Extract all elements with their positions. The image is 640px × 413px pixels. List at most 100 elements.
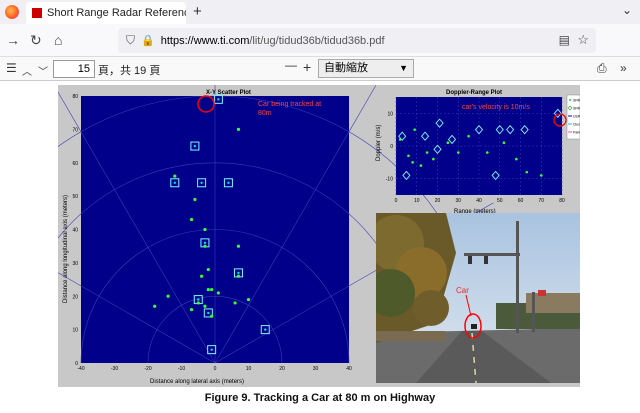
- scatter-y-tick: 70: [72, 127, 78, 133]
- sidebar-toggle-icon[interactable]: ☰: [6, 61, 17, 75]
- zoom-out-button[interactable]: —: [285, 58, 297, 72]
- scatter-detection-point: [166, 294, 170, 298]
- scatter-track-dot: [207, 311, 210, 315]
- doppler-detection-point: [432, 157, 435, 161]
- scatter-detection-point: [203, 227, 207, 232]
- scatter-title: X-Y Scatter Plot: [206, 90, 251, 96]
- doppler-y-tick: -10: [386, 177, 393, 183]
- scatter-x-tick: -10: [178, 366, 185, 372]
- doppler-detection-point: [502, 141, 506, 145]
- scatter-track-dot: [173, 181, 176, 184]
- tab-title: Short Range Radar Reference: [47, 7, 186, 19]
- doppler-title: Doppler-Range Plot: [446, 90, 502, 96]
- doppler-y-tick: 10: [387, 111, 393, 117]
- print-icon[interactable]: ⎙: [597, 61, 607, 76]
- legend-item-label: USRR (dt): [573, 115, 580, 119]
- doppler-detection-point: [446, 141, 450, 145]
- doppler-detection-point: [486, 151, 489, 154]
- browser-tab[interactable]: Short Range Radar Reference ✕: [26, 2, 186, 24]
- scatter-track-dot: [210, 348, 213, 351]
- scatter-detection-point: [203, 244, 207, 248]
- scatter-detection-point: [189, 217, 194, 222]
- next-page-icon[interactable]: ﹀: [38, 63, 48, 78]
- tab-bar: Short Range Radar Reference ✕ + ⌄: [0, 0, 640, 24]
- dashcam-photo: Car: [376, 213, 580, 383]
- scatter-track-dot: [227, 181, 230, 184]
- doppler-x-tick: 50: [497, 198, 503, 204]
- back-arrow-icon[interactable]: →: [6, 32, 20, 48]
- doppler-detection-point: [525, 170, 529, 174]
- home-icon[interactable]: ⌂: [54, 32, 62, 48]
- scatter-annotation-line1: Car being tracked at: [258, 101, 321, 108]
- pdf-page: X-Y Scatter Plot -40 -30 -20 -10 0 10 20 30 40 0 1…: [0, 81, 640, 413]
- doppler-x-tick: 30: [455, 198, 461, 204]
- scatter-detection-point: [233, 301, 237, 305]
- scatter-track-dot: [203, 241, 207, 245]
- doppler-detection-point: [515, 157, 518, 161]
- ti-favicon-icon: [32, 8, 42, 18]
- page-number-input[interactable]: 15: [53, 60, 95, 78]
- scatter-detection-point: [193, 197, 197, 202]
- scatter-y-tick: 10: [72, 328, 78, 334]
- doppler-x-tick: 60: [518, 198, 524, 204]
- doppler-detection-point: [539, 174, 543, 177]
- url-domain: https://www.ti.com: [160, 34, 250, 47]
- address-bar[interactable]: ⛉ 🔒 https://www.ti.com/lit/ug/tidud36b/t…: [118, 28, 596, 53]
- chevron-down-icon: ▼: [399, 63, 408, 73]
- firefox-logo-icon[interactable]: [5, 5, 19, 19]
- scatter-detection-point: [203, 304, 207, 308]
- page-count: 頁，共 19 頁: [98, 65, 161, 77]
- reader-view-icon[interactable]: ▤: [559, 33, 570, 47]
- scatter-x-tick: -20: [144, 366, 151, 372]
- doppler-y-tick: 0: [390, 144, 393, 150]
- scatter-xlabel: Distance along lateral axis (meters): [150, 379, 244, 385]
- url-path: /lit/ug/tidud36b/tidud36b.pdf: [249, 34, 385, 47]
- doppler-detection-point: [411, 161, 414, 164]
- scatter-x-tick: -40: [77, 366, 84, 372]
- scatter-detection-point: [236, 274, 241, 278]
- legend-item-label: SRR (dt): [573, 99, 580, 103]
- doppler-x-tick: 40: [476, 198, 482, 204]
- scatter-y-tick: 20: [72, 294, 78, 300]
- car-label: Car: [456, 286, 469, 295]
- previous-page-icon[interactable]: ︿: [22, 63, 32, 78]
- reload-icon[interactable]: ↻: [30, 32, 42, 49]
- scatter-track-dot: [237, 271, 240, 275]
- scatter-detection-point: [206, 287, 210, 292]
- scatter-x-tick: 40: [346, 366, 352, 372]
- doppler-x-tick: 20: [435, 198, 441, 204]
- lock-icon[interactable]: 🔒: [141, 34, 155, 47]
- scatter-detection-point: [246, 297, 251, 302]
- more-tools-icon[interactable]: »: [620, 61, 627, 75]
- navigation-bar: → ↻ ⌂ ⛉ 🔒 https://www.ti.com/lit/ug/tidu…: [0, 24, 640, 57]
- doppler-annotation: car's velocity is 10m/s: [462, 104, 530, 111]
- doppler-x-tick: 10: [414, 198, 420, 204]
- figure-caption: Figure 9. Tracking a Car at 80 m on High…: [204, 392, 436, 404]
- scatter-x-tick: 0: [214, 366, 217, 372]
- scatter-track-dot: [217, 98, 220, 101]
- bookmark-star-icon[interactable]: ☆: [577, 32, 589, 48]
- scatter-detection-point: [173, 174, 177, 178]
- scatter-y-tick: 0: [75, 361, 78, 367]
- scatter-y-tick: 60: [72, 161, 78, 167]
- scatter-detection-point: [196, 301, 200, 305]
- scatter-track-dot: [200, 181, 203, 184]
- doppler-detection-point: [467, 134, 470, 138]
- scatter-x-tick: -30: [111, 366, 118, 372]
- list-tabs-icon[interactable]: ⌄: [622, 3, 632, 17]
- shield-icon[interactable]: ⛉: [126, 33, 135, 48]
- scatter-detection-point: [236, 127, 241, 131]
- scatter-detection-point: [216, 291, 220, 295]
- scatter-track-dot: [193, 144, 197, 148]
- scatter-detection-point: [210, 287, 214, 292]
- scatter-ylabel: Distance along longitudinal axis (meters…: [63, 195, 69, 303]
- zoom-select[interactable]: 自動縮放 ▼: [318, 59, 414, 78]
- doppler-detection-point: [419, 164, 423, 167]
- scatter-x-tick: 30: [313, 366, 319, 372]
- scatter-detection-point: [189, 308, 194, 312]
- new-tab-button[interactable]: +: [193, 3, 202, 20]
- doppler-detection-point: [398, 138, 402, 141]
- zoom-in-button[interactable]: +: [303, 59, 311, 75]
- doppler-ylabel: Doppler (m/s): [376, 125, 382, 161]
- scatter-x-tick: 10: [246, 366, 252, 372]
